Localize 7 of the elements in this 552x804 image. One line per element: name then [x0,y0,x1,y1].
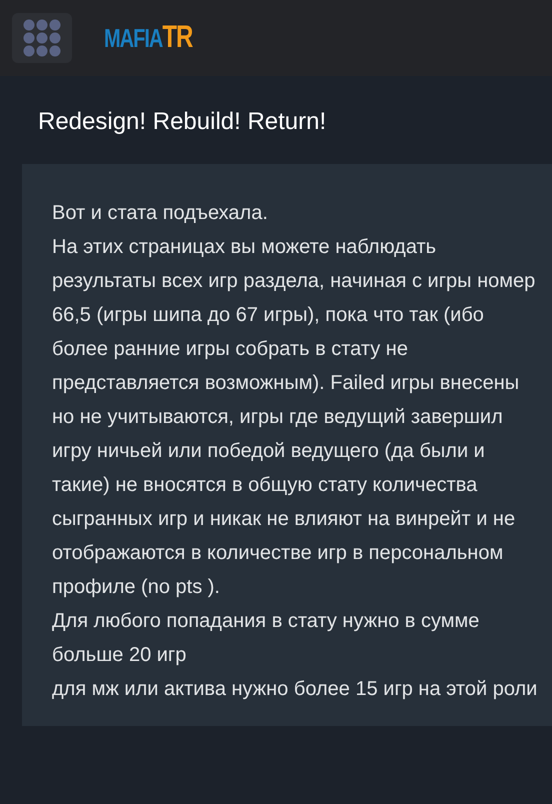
post-title: Redesign! Rebuild! Return! [38,108,328,136]
site-logo[interactable]: MAFIATR [104,20,192,56]
post-text: Вот и стата подъехала. [52,201,269,226]
apps-menu-button[interactable] [12,13,72,63]
grid-icon [22,18,62,58]
post-text: для мж или актива нужно более 15 игр на этой роли [52,677,538,702]
post-text: На этих страницах вы можете наблюдать результаты всех игр раздела, начиная с игры номер 66,5 (игры шипа до 67 игры), пока что так (ибо более ранние игры собрать в стату не представляется возможным). Failed игры внесены но не учитываются, игры где ведущий завершил игру ничьей или победой ведущего (да были и такие) не вносятся в общую стату количества сыгранных игр и никак не влияют на винрейт и не отображаются в количестве игр в персональном профиле (no pts ). [52,235,536,600]
